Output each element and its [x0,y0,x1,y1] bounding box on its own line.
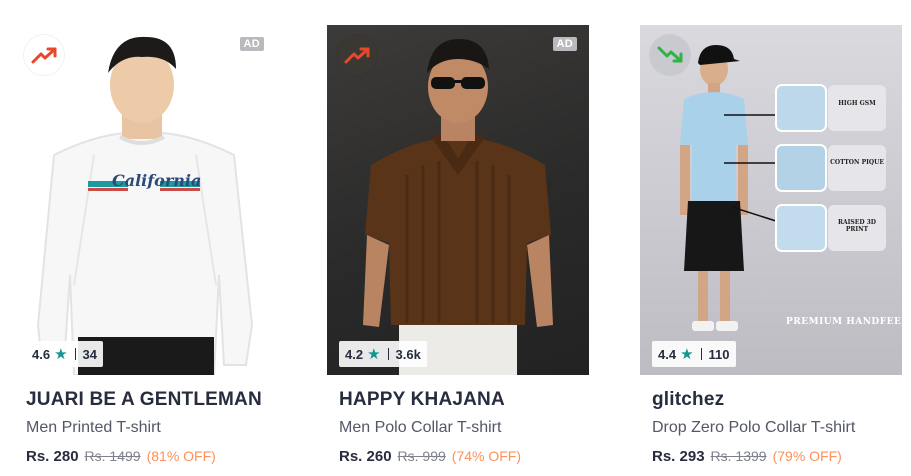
trending-down-icon [657,46,683,63]
trending-up-icon [31,47,57,64]
discount-percent: (79% OFF) [772,448,842,464]
product-card[interactable]: AD 4.2 ★ 3.6k HAPPY KHAJANA Men Polo Col… [327,25,589,476]
product-card[interactable]: California AD 4.6 ★ 34 JUARI BE A GENTLE… [14,25,276,476]
product-price: Rs. 260 Rs. 999 (74% OFF) [339,448,521,465]
product-brand[interactable]: glitchez [652,389,724,411]
rating-count: 110 [708,346,730,362]
trending-button[interactable] [650,35,690,75]
rating-badge: 4.4 ★ 110 [652,341,736,367]
trending-up-icon [344,47,370,64]
product-image[interactable]: California AD 4.6 ★ 34 [14,25,276,375]
product-brand[interactable]: JUARI BE A GENTLEMAN [26,389,262,411]
product-name[interactable]: Drop Zero Polo Collar T-shirt [652,419,855,437]
rating-count: 3.6k [395,346,421,362]
trending-button[interactable] [24,35,64,75]
product-image[interactable]: AD 4.2 ★ 3.6k [327,25,589,375]
ad-badge: AD [552,37,577,51]
rating-separator [387,348,389,360]
mrp-price: Rs. 999 [397,448,446,464]
rating-value: 4.4 [658,346,677,362]
star-icon: ★ [367,345,381,363]
product-price: Rs. 293 Rs. 1399 (79% OFF) [652,448,842,465]
product-photo [36,36,254,375]
product-image[interactable]: HIGH GSM COTTON PIQUE RAISED 3D PRINT PR… [640,25,902,375]
selling-price: Rs. 260 [339,448,392,465]
rating-separator [74,348,76,360]
trending-button[interactable] [337,35,377,75]
rating-value: 4.6 [32,346,51,362]
mrp-price: Rs. 1499 [84,448,141,464]
rating-count: 34 [82,346,97,362]
star-icon: ★ [54,345,68,363]
mrp-price: Rs. 1399 [710,448,767,464]
callout-label: RAISED 3D PRINT [837,219,877,233]
selling-price: Rs. 293 [652,448,705,465]
discount-percent: (74% OFF) [451,448,522,464]
product-name[interactable]: Men Polo Collar T-shirt [339,419,501,437]
product-price: Rs. 280 Rs. 1499 (81% OFF) [26,448,216,465]
callout-label: COTTON PIQUE [830,159,884,166]
rating-value: 4.2 [345,346,364,362]
ad-badge: AD [239,37,264,51]
product-card[interactable]: HIGH GSM COTTON PIQUE RAISED 3D PRINT PR… [640,25,902,476]
rating-separator [700,348,702,360]
star-icon: ★ [680,345,694,363]
rating-badge: 4.2 ★ 3.6k [339,341,427,367]
rating-badge: 4.6 ★ 34 [26,341,103,367]
product-name[interactable]: Men Printed T-shirt [26,419,161,437]
image-banner: PREMIUM HANDFEEL [786,317,902,327]
product-photo [363,39,553,375]
discount-percent: (81% OFF) [146,448,216,464]
product-brand[interactable]: HAPPY KHAJANA [339,389,505,411]
selling-price: Rs. 280 [26,448,79,465]
print-text: California [112,171,202,190]
callout-label: HIGH GSM [838,100,876,107]
